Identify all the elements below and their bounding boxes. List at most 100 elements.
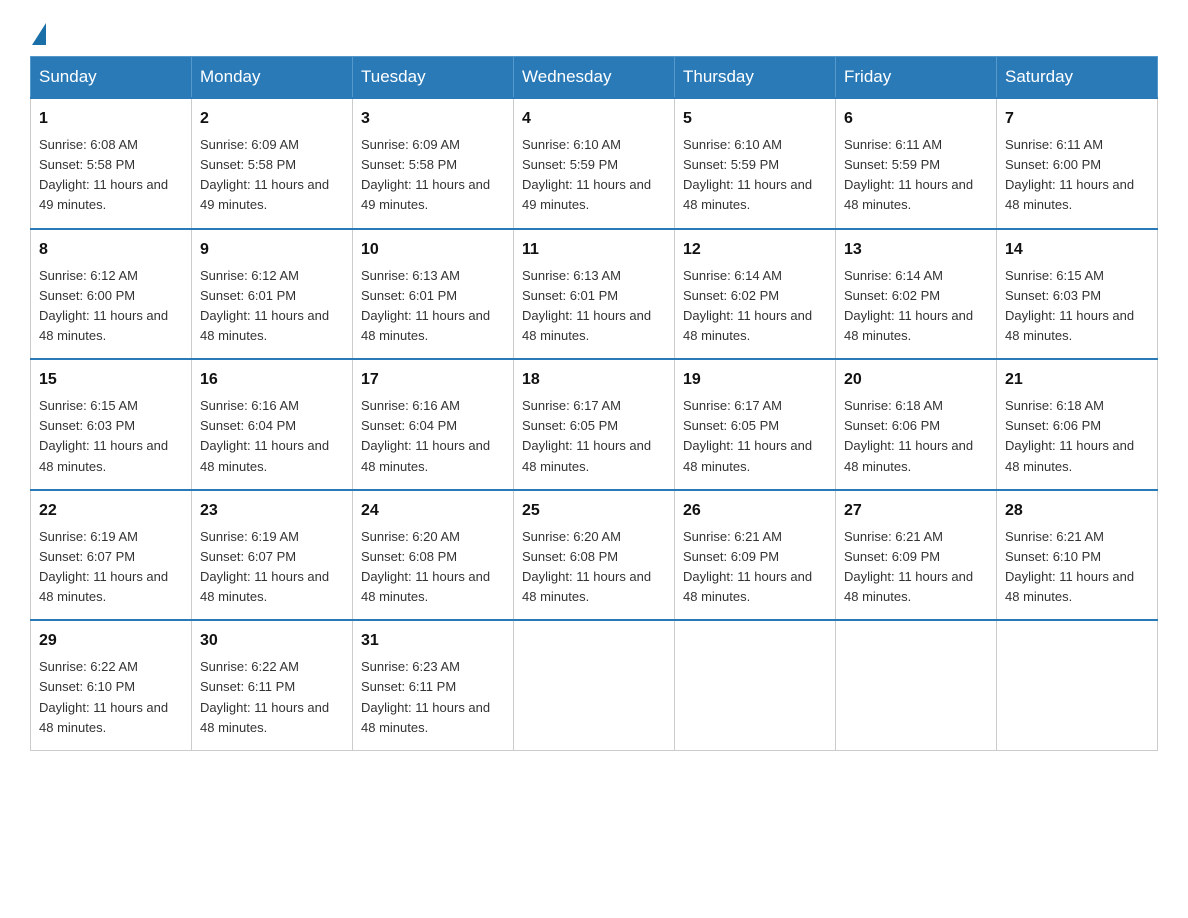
calendar-cell: 17 Sunrise: 6:16 AMSunset: 6:04 PMDaylig…	[353, 359, 514, 490]
day-info: Sunrise: 6:20 AMSunset: 6:08 PMDaylight:…	[361, 529, 490, 604]
day-info: Sunrise: 6:21 AMSunset: 6:09 PMDaylight:…	[844, 529, 973, 604]
day-number: 30	[200, 629, 344, 653]
weekday-header-wednesday: Wednesday	[514, 57, 675, 99]
weekday-header-saturday: Saturday	[997, 57, 1158, 99]
day-info: Sunrise: 6:11 AMSunset: 6:00 PMDaylight:…	[1005, 137, 1134, 212]
calendar-cell: 20 Sunrise: 6:18 AMSunset: 6:06 PMDaylig…	[836, 359, 997, 490]
calendar-cell	[997, 620, 1158, 750]
day-number: 19	[683, 368, 827, 392]
weekday-header-sunday: Sunday	[31, 57, 192, 99]
day-number: 2	[200, 107, 344, 131]
calendar-cell: 1 Sunrise: 6:08 AMSunset: 5:58 PMDayligh…	[31, 98, 192, 229]
day-info: Sunrise: 6:16 AMSunset: 6:04 PMDaylight:…	[361, 398, 490, 473]
day-info: Sunrise: 6:10 AMSunset: 5:59 PMDaylight:…	[522, 137, 651, 212]
day-number: 28	[1005, 499, 1149, 523]
day-number: 23	[200, 499, 344, 523]
day-info: Sunrise: 6:19 AMSunset: 6:07 PMDaylight:…	[200, 529, 329, 604]
day-info: Sunrise: 6:10 AMSunset: 5:59 PMDaylight:…	[683, 137, 812, 212]
calendar-cell: 11 Sunrise: 6:13 AMSunset: 6:01 PMDaylig…	[514, 229, 675, 360]
calendar-cell: 25 Sunrise: 6:20 AMSunset: 6:08 PMDaylig…	[514, 490, 675, 621]
day-number: 18	[522, 368, 666, 392]
day-info: Sunrise: 6:13 AMSunset: 6:01 PMDaylight:…	[522, 268, 651, 343]
day-info: Sunrise: 6:09 AMSunset: 5:58 PMDaylight:…	[361, 137, 490, 212]
calendar-week-row: 29 Sunrise: 6:22 AMSunset: 6:10 PMDaylig…	[31, 620, 1158, 750]
calendar-cell: 18 Sunrise: 6:17 AMSunset: 6:05 PMDaylig…	[514, 359, 675, 490]
calendar-cell: 24 Sunrise: 6:20 AMSunset: 6:08 PMDaylig…	[353, 490, 514, 621]
day-number: 10	[361, 238, 505, 262]
logo	[30, 20, 46, 36]
day-info: Sunrise: 6:14 AMSunset: 6:02 PMDaylight:…	[683, 268, 812, 343]
weekday-header-row: SundayMondayTuesdayWednesdayThursdayFrid…	[31, 57, 1158, 99]
day-info: Sunrise: 6:22 AMSunset: 6:10 PMDaylight:…	[39, 659, 168, 734]
day-info: Sunrise: 6:21 AMSunset: 6:09 PMDaylight:…	[683, 529, 812, 604]
day-number: 26	[683, 499, 827, 523]
calendar-cell: 2 Sunrise: 6:09 AMSunset: 5:58 PMDayligh…	[192, 98, 353, 229]
day-number: 13	[844, 238, 988, 262]
day-number: 6	[844, 107, 988, 131]
calendar-cell: 5 Sunrise: 6:10 AMSunset: 5:59 PMDayligh…	[675, 98, 836, 229]
calendar-cell: 23 Sunrise: 6:19 AMSunset: 6:07 PMDaylig…	[192, 490, 353, 621]
day-info: Sunrise: 6:18 AMSunset: 6:06 PMDaylight:…	[844, 398, 973, 473]
day-number: 15	[39, 368, 183, 392]
day-info: Sunrise: 6:09 AMSunset: 5:58 PMDaylight:…	[200, 137, 329, 212]
calendar-cell: 29 Sunrise: 6:22 AMSunset: 6:10 PMDaylig…	[31, 620, 192, 750]
weekday-header-friday: Friday	[836, 57, 997, 99]
calendar-week-row: 1 Sunrise: 6:08 AMSunset: 5:58 PMDayligh…	[31, 98, 1158, 229]
day-info: Sunrise: 6:11 AMSunset: 5:59 PMDaylight:…	[844, 137, 973, 212]
calendar-cell	[836, 620, 997, 750]
day-number: 11	[522, 238, 666, 262]
day-number: 7	[1005, 107, 1149, 131]
day-number: 17	[361, 368, 505, 392]
calendar-cell: 28 Sunrise: 6:21 AMSunset: 6:10 PMDaylig…	[997, 490, 1158, 621]
calendar-cell	[514, 620, 675, 750]
day-number: 21	[1005, 368, 1149, 392]
calendar-cell: 12 Sunrise: 6:14 AMSunset: 6:02 PMDaylig…	[675, 229, 836, 360]
day-number: 29	[39, 629, 183, 653]
day-number: 20	[844, 368, 988, 392]
calendar-cell: 4 Sunrise: 6:10 AMSunset: 5:59 PMDayligh…	[514, 98, 675, 229]
calendar-cell: 21 Sunrise: 6:18 AMSunset: 6:06 PMDaylig…	[997, 359, 1158, 490]
day-info: Sunrise: 6:19 AMSunset: 6:07 PMDaylight:…	[39, 529, 168, 604]
calendar-cell: 15 Sunrise: 6:15 AMSunset: 6:03 PMDaylig…	[31, 359, 192, 490]
weekday-header-tuesday: Tuesday	[353, 57, 514, 99]
day-info: Sunrise: 6:23 AMSunset: 6:11 PMDaylight:…	[361, 659, 490, 734]
weekday-header-monday: Monday	[192, 57, 353, 99]
logo-arrow-icon	[32, 23, 46, 45]
day-info: Sunrise: 6:21 AMSunset: 6:10 PMDaylight:…	[1005, 529, 1134, 604]
day-number: 4	[522, 107, 666, 131]
day-info: Sunrise: 6:14 AMSunset: 6:02 PMDaylight:…	[844, 268, 973, 343]
calendar-cell: 26 Sunrise: 6:21 AMSunset: 6:09 PMDaylig…	[675, 490, 836, 621]
day-info: Sunrise: 6:15 AMSunset: 6:03 PMDaylight:…	[1005, 268, 1134, 343]
day-number: 5	[683, 107, 827, 131]
day-info: Sunrise: 6:22 AMSunset: 6:11 PMDaylight:…	[200, 659, 329, 734]
calendar-week-row: 8 Sunrise: 6:12 AMSunset: 6:00 PMDayligh…	[31, 229, 1158, 360]
day-number: 24	[361, 499, 505, 523]
day-info: Sunrise: 6:16 AMSunset: 6:04 PMDaylight:…	[200, 398, 329, 473]
calendar-cell: 10 Sunrise: 6:13 AMSunset: 6:01 PMDaylig…	[353, 229, 514, 360]
day-info: Sunrise: 6:12 AMSunset: 6:00 PMDaylight:…	[39, 268, 168, 343]
weekday-header-thursday: Thursday	[675, 57, 836, 99]
calendar-cell: 22 Sunrise: 6:19 AMSunset: 6:07 PMDaylig…	[31, 490, 192, 621]
day-info: Sunrise: 6:13 AMSunset: 6:01 PMDaylight:…	[361, 268, 490, 343]
day-number: 25	[522, 499, 666, 523]
calendar-week-row: 15 Sunrise: 6:15 AMSunset: 6:03 PMDaylig…	[31, 359, 1158, 490]
calendar-cell: 31 Sunrise: 6:23 AMSunset: 6:11 PMDaylig…	[353, 620, 514, 750]
day-info: Sunrise: 6:18 AMSunset: 6:06 PMDaylight:…	[1005, 398, 1134, 473]
calendar-cell: 8 Sunrise: 6:12 AMSunset: 6:00 PMDayligh…	[31, 229, 192, 360]
day-info: Sunrise: 6:17 AMSunset: 6:05 PMDaylight:…	[522, 398, 651, 473]
calendar-cell: 16 Sunrise: 6:16 AMSunset: 6:04 PMDaylig…	[192, 359, 353, 490]
calendar-table: SundayMondayTuesdayWednesdayThursdayFrid…	[30, 56, 1158, 751]
page-header	[30, 20, 1158, 36]
calendar-cell: 9 Sunrise: 6:12 AMSunset: 6:01 PMDayligh…	[192, 229, 353, 360]
calendar-cell	[675, 620, 836, 750]
day-number: 31	[361, 629, 505, 653]
day-info: Sunrise: 6:12 AMSunset: 6:01 PMDaylight:…	[200, 268, 329, 343]
day-number: 8	[39, 238, 183, 262]
day-info: Sunrise: 6:17 AMSunset: 6:05 PMDaylight:…	[683, 398, 812, 473]
day-info: Sunrise: 6:08 AMSunset: 5:58 PMDaylight:…	[39, 137, 168, 212]
day-number: 3	[361, 107, 505, 131]
day-number: 1	[39, 107, 183, 131]
calendar-week-row: 22 Sunrise: 6:19 AMSunset: 6:07 PMDaylig…	[31, 490, 1158, 621]
calendar-cell: 30 Sunrise: 6:22 AMSunset: 6:11 PMDaylig…	[192, 620, 353, 750]
day-number: 22	[39, 499, 183, 523]
